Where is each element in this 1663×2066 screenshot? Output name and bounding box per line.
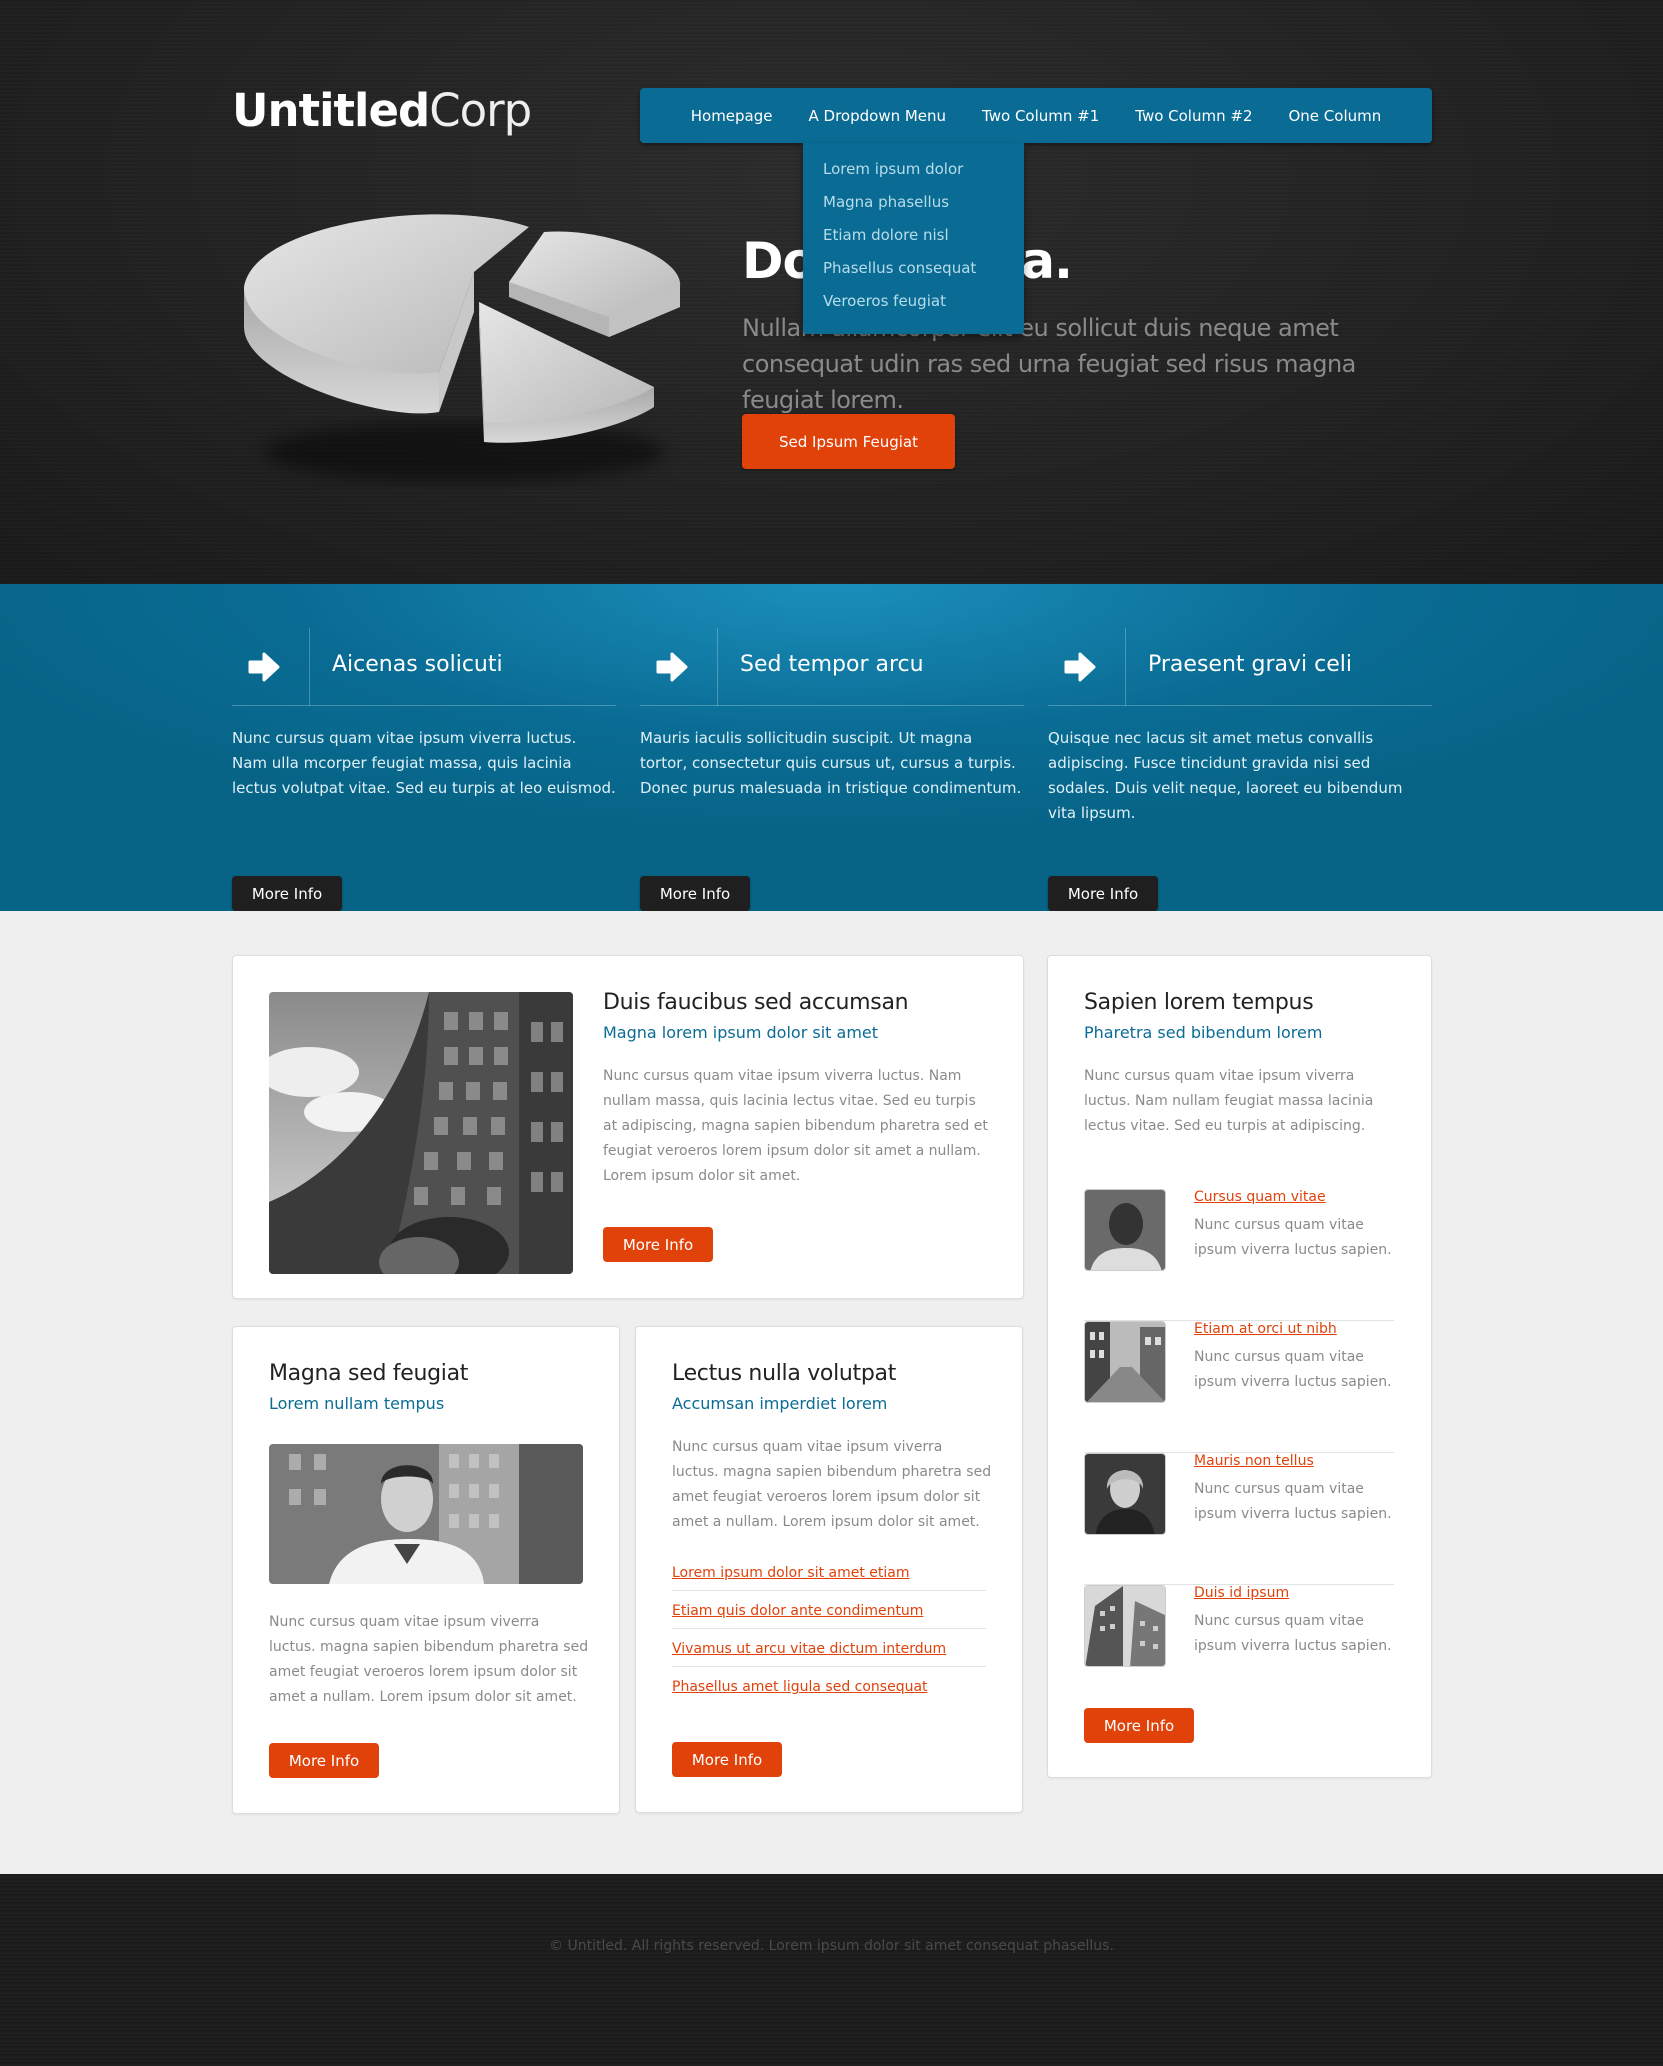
logo-light: Corp [429, 84, 532, 137]
header: UntitledCorp Homepage A Dropdown Menu Tw… [0, 0, 1663, 584]
feature-header: Sed tempor arcu [640, 628, 1024, 706]
list-link[interactable]: Etiam quis dolor ante condimentum [672, 1603, 923, 1619]
arrow-right-icon [640, 628, 718, 706]
content-box-featured: Duis faucibus sed accumsan Magna lorem i… [232, 955, 1024, 1299]
feature-more-info-button[interactable]: More Info [232, 876, 342, 911]
dropdown-item[interactable]: Phasellus consequat [823, 252, 1024, 285]
feature-block: Aicenas solicuti Nunc cursus quam vitae … [232, 628, 616, 911]
dropdown-menu: Lorem ipsum dolor Magna phasellus Etiam … [803, 143, 1024, 334]
list-link[interactable]: Lorem ipsum dolor sit amet etiam [672, 1565, 910, 1581]
woman-thumbnail[interactable] [1084, 1453, 1166, 1535]
link-list: Lorem ipsum dolor sit amet etiam Etiam q… [672, 1553, 986, 1705]
box-title: Magna sed feugiat [269, 1361, 469, 1386]
feature-title: Sed tempor arcu [740, 652, 924, 677]
sidebar-list-item: Duis id ipsum Nunc cursus quam vitae ips… [1084, 1585, 1394, 1717]
box-subtitle: Magna lorem ipsum dolor sit amet [603, 1023, 879, 1042]
sidebar-item-link[interactable]: Mauris non tellus [1194, 1453, 1314, 1469]
feature-title: Aicenas solicuti [332, 652, 503, 677]
sidebar-item-text: Nunc cursus quam vitae ipsum viverra luc… [1194, 1349, 1392, 1390]
arrow-right-icon [232, 628, 310, 706]
featured-text-column: Duis faucibus sed accumsan Magna lorem i… [603, 990, 993, 1189]
nav-item-one-column[interactable]: One Column [1288, 107, 1381, 125]
box-header: Lectus nulla volutpat Accumsan imperdiet… [672, 1361, 992, 1535]
pie-chart-illustration [244, 214, 681, 482]
box-title: Sapien lorem tempus [1084, 990, 1314, 1015]
man-portrait-photo [269, 1444, 583, 1584]
box-title: Lectus nulla volutpat [672, 1361, 897, 1386]
feature-title: Praesent gravi celi [1148, 652, 1352, 677]
more-info-button[interactable]: More Info [269, 1743, 379, 1778]
nav-item-two-column-1[interactable]: Two Column #1 [982, 107, 1099, 125]
sidebar-list-item: Mauris non tellus Nunc cursus quam vitae… [1084, 1453, 1394, 1585]
sidebar-box: Sapien lorem tempus Pharetra sed bibendu… [1047, 955, 1432, 1778]
feature-more-info-button[interactable]: More Info [1048, 876, 1158, 911]
arrow-right-icon [1048, 628, 1126, 706]
main-content: Duis faucibus sed accumsan Magna lorem i… [0, 911, 1663, 1874]
sidebar-item-text: Nunc cursus quam vitae ipsum viverra luc… [1194, 1481, 1392, 1522]
dropdown-item[interactable]: Magna phasellus [823, 186, 1024, 219]
sidebar-list-item: Cursus quam vitae Nunc cursus quam vitae… [1084, 1189, 1394, 1321]
list-link[interactable]: Phasellus amet ligula sed consequat [672, 1679, 928, 1695]
nav-item-dropdown-menu[interactable]: A Dropdown Menu [809, 107, 947, 125]
box-header: Sapien lorem tempus Pharetra sed bibendu… [1084, 990, 1404, 1139]
sidebar-item-link[interactable]: Duis id ipsum [1194, 1585, 1289, 1601]
feature-text: Mauris iaculis sollicitudin suscipit. Ut… [640, 729, 1022, 797]
feature-text: Nunc cursus quam vitae ipsum viverra luc… [232, 729, 616, 797]
more-info-button[interactable]: More Info [603, 1227, 713, 1262]
nav-item-homepage[interactable]: Homepage [691, 107, 773, 125]
sidebar-item-link[interactable]: Cursus quam vitae [1194, 1189, 1326, 1205]
dropdown-item[interactable]: Veroeros feugiat [823, 285, 1024, 318]
box-subtitle: Pharetra sed bibendum lorem [1084, 1023, 1323, 1042]
box-text: Nunc cursus quam vitae ipsum viverra luc… [672, 1439, 992, 1530]
features-band: Aicenas solicuti Nunc cursus quam vitae … [0, 584, 1663, 911]
feature-block: Sed tempor arcu Mauris iaculis sollicitu… [640, 628, 1024, 911]
list-item: Lorem ipsum dolor sit amet etiam [672, 1553, 986, 1591]
copyright-text: © Untitled. All rights reserved. Lorem i… [549, 1938, 1114, 1954]
list-item: Etiam quis dolor ante condimentum [672, 1591, 986, 1629]
box-title: Duis faucibus sed accumsan [603, 990, 909, 1015]
building-photo [269, 992, 573, 1274]
footer: © Untitled. All rights reserved. Lorem i… [0, 1874, 1663, 2066]
site-logo[interactable]: UntitledCorp [232, 84, 532, 137]
content-box: Lectus nulla volutpat Accumsan imperdiet… [635, 1326, 1023, 1813]
feature-more-info-button[interactable]: More Info [640, 876, 750, 911]
list-item: Vivamus ut arcu vitae dictum interdum [672, 1629, 986, 1667]
box-subtitle: Lorem nullam tempus [269, 1394, 445, 1413]
dropdown-item[interactable]: Lorem ipsum dolor [823, 153, 1024, 186]
main-nav: Homepage A Dropdown Menu Two Column #1 T… [640, 88, 1432, 143]
content-box: Magna sed feugiat Lorem nullam tempus Nu… [232, 1326, 620, 1814]
person-thumbnail[interactable] [1084, 1189, 1166, 1271]
nav-item-two-column-2[interactable]: Two Column #2 [1135, 107, 1252, 125]
sidebar-item-text: Nunc cursus quam vitae ipsum viverra luc… [1194, 1217, 1392, 1258]
hero-cta-button[interactable]: Sed Ipsum Feugiat [742, 414, 955, 469]
sidebar-item-link[interactable]: Etiam at orci ut nibh [1194, 1321, 1337, 1337]
box-text: Nunc cursus quam vitae ipsum viverra luc… [1084, 1068, 1374, 1134]
box-text: Nunc cursus quam vitae ipsum viverra luc… [269, 1614, 589, 1705]
sidebar-item-text: Nunc cursus quam vitae ipsum viverra luc… [1194, 1613, 1392, 1654]
feature-header: Praesent gravi celi [1048, 628, 1432, 706]
sidebar-list-item: Etiam at orci ut nibh Nunc cursus quam v… [1084, 1321, 1394, 1453]
box-subtitle: Accumsan imperdiet lorem [672, 1394, 888, 1413]
feature-block: Praesent gravi celi Quisque nec lacus si… [1048, 628, 1432, 911]
feature-text: Quisque nec lacus sit amet metus convall… [1048, 729, 1403, 822]
more-info-button[interactable]: More Info [672, 1742, 782, 1777]
more-info-button[interactable]: More Info [1084, 1708, 1194, 1743]
street-thumbnail[interactable] [1084, 1321, 1166, 1403]
logo-bold: Untitled [232, 84, 430, 137]
box-header: Magna sed feugiat Lorem nullam tempus [269, 1361, 589, 1413]
list-link[interactable]: Vivamus ut arcu vitae dictum interdum [672, 1641, 946, 1657]
list-item: Phasellus amet ligula sed consequat [672, 1667, 986, 1705]
dropdown-item[interactable]: Etiam dolore nisl [823, 219, 1024, 252]
skyscraper-thumbnail[interactable] [1084, 1585, 1166, 1667]
box-text: Nunc cursus quam vitae ipsum viverra luc… [603, 1068, 988, 1184]
feature-header: Aicenas solicuti [232, 628, 616, 706]
